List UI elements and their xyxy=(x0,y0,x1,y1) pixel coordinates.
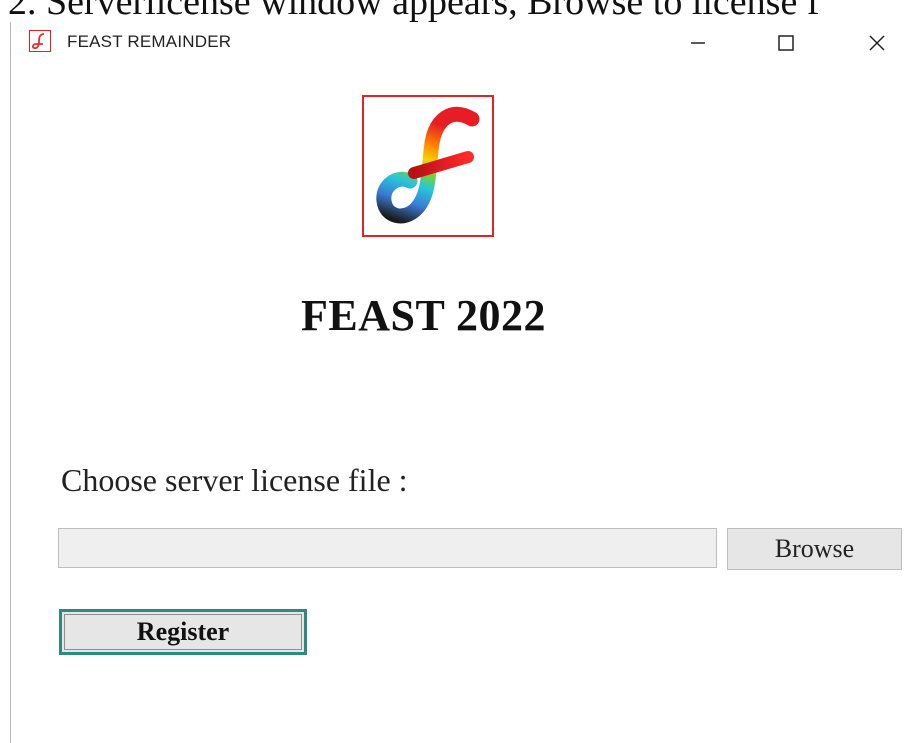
maximize-icon xyxy=(778,35,794,51)
license-path-input[interactable] xyxy=(58,528,717,568)
maximize-button[interactable] xyxy=(756,22,816,64)
register-button[interactable]: Register xyxy=(59,609,307,655)
close-button[interactable] xyxy=(847,22,907,64)
register-button-label: Register xyxy=(64,614,302,650)
license-file-label: Choose server license file : xyxy=(61,462,408,498)
feast-logo-icon xyxy=(29,30,51,52)
browse-button[interactable]: Browse xyxy=(727,528,902,570)
close-icon xyxy=(869,35,885,51)
feast-logo xyxy=(362,95,494,237)
feast-remainder-window: FEAST REMAINDER FEAST 2022 Choose server… xyxy=(10,22,911,743)
page-caption: 2. Serverlicense window appears, Browse … xyxy=(8,0,820,22)
minimize-icon xyxy=(691,42,705,44)
title-bar[interactable]: FEAST REMAINDER xyxy=(11,22,911,64)
product-title: FEAST 2022 xyxy=(300,291,547,340)
minimize-button[interactable] xyxy=(668,22,728,64)
window-title: FEAST REMAINDER xyxy=(67,32,232,51)
